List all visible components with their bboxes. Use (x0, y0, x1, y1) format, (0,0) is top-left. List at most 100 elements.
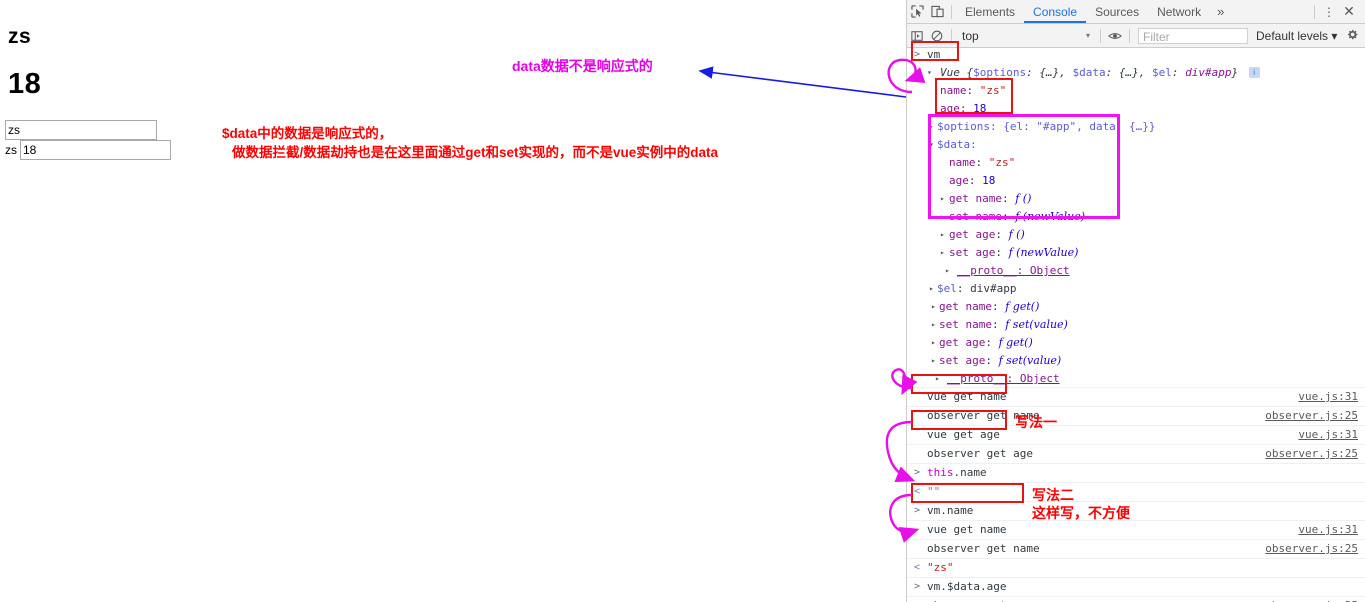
tab-elements[interactable]: Elements (956, 1, 1024, 23)
annotation-method-one: 写法一 (1015, 414, 1057, 430)
console-data-proto[interactable]: ▸ __proto__: Object (907, 262, 1365, 280)
source-link[interactable]: observer.js:25 (1265, 540, 1358, 558)
prop-options: $options (973, 66, 1027, 79)
toolbar-divider (951, 4, 952, 19)
obj-sep-2: : {…}, (1105, 66, 1152, 79)
console-toolbar-divider (951, 28, 952, 43)
console-log-area[interactable]: > vm ▾ Vue {$options: {…}, $data: {…}, $… (907, 46, 1365, 602)
expand-triangle-icon-proto2[interactable]: ▸ (945, 262, 954, 280)
log-row: vue get age vue.js:31 (907, 425, 1365, 445)
console-data-set-name[interactable]: ▸ set name: f (newValue) (907, 208, 1365, 226)
console-data-name: name: "zs" (949, 156, 1016, 169)
data-val-name: "zs" (988, 156, 1016, 169)
vue-accessor-key-get-name: get name (939, 300, 992, 313)
console-prop-options[interactable]: ▸ $options: {el: "#app", data: {…}} (907, 118, 1365, 136)
log-text: vue get age (927, 428, 1000, 441)
accessor-key-get-name: get name (949, 192, 1002, 205)
clear-console-icon[interactable] (927, 26, 947, 46)
console-input-keyword: this (927, 466, 954, 479)
log-row: vue get name vue.js:31 (907, 387, 1365, 407)
prop-el: $el (1151, 66, 1172, 79)
vue-accessor-key-get-age: get age (939, 336, 986, 349)
console-input-vm[interactable]: > vm (907, 46, 1365, 64)
console-input-vm-name[interactable]: > vm.name (907, 501, 1365, 521)
console-vue-proto[interactable]: ▸ __proto__: Object (907, 370, 1365, 388)
prop-data-line: $data: (937, 138, 977, 151)
log-text: vue get name (927, 390, 1007, 403)
prop-val-name: "zs" (979, 84, 1007, 97)
expand-triangle-icon[interactable]: ▾ (927, 64, 936, 82)
source-link[interactable]: vue.js:31 (1298, 521, 1358, 539)
console-object-header[interactable]: ▾ Vue {$options: {…}, $data: {…}, $el: d… (907, 64, 1365, 82)
prop-options-line: $options: {el: "#app", data: {…}} (937, 120, 1156, 133)
tab-console[interactable]: Console (1024, 1, 1087, 23)
console-prop-name: name: "zs" (940, 84, 1007, 97)
live-expression-icon[interactable] (1105, 26, 1125, 46)
console-input-rest: .name (953, 466, 987, 479)
el-value: div#app (1185, 66, 1232, 79)
console-vue-set-name[interactable]: ▸ set name: f set(value) (907, 316, 1365, 334)
console-prop-age: age: 18 (940, 102, 987, 115)
gear-icon[interactable] (1346, 28, 1359, 44)
execution-context-select[interactable]: top ▾ (956, 29, 1096, 43)
el-val: div#app (970, 282, 1017, 295)
source-link[interactable]: observer.js:25 (1265, 407, 1358, 425)
console-toolbar: top ▾ Filter Default levels ▾ (907, 24, 1365, 48)
console-vue-set-age[interactable]: ▸ set age: f set(value) (907, 352, 1365, 370)
expand-triangle-icon-proto1[interactable]: ▸ (935, 370, 944, 388)
console-data-get-name[interactable]: ▸ get name: f () (907, 190, 1365, 208)
annotation-reactive-line1: $data中的数据是响应式的， (222, 126, 393, 141)
expand-triangle-icon-data[interactable]: ▾ (929, 136, 938, 154)
expand-triangle-icon-setage[interactable]: ▸ (940, 244, 949, 262)
expand-triangle-icon-vgetname[interactable]: ▸ (931, 298, 940, 316)
obj-sep-1: : {…}, (1026, 66, 1073, 79)
expand-triangle-icon-getage[interactable]: ▸ (940, 226, 949, 244)
console-prop-data[interactable]: ▾ $data: (907, 136, 1365, 154)
result-chevron-icon: < (914, 562, 921, 573)
expand-triangle-icon-getname[interactable]: ▸ (940, 190, 949, 208)
more-tabs-icon[interactable]: » (1210, 4, 1231, 19)
console-sidebar-icon[interactable] (907, 26, 927, 46)
source-link[interactable]: vue.js:31 (1298, 426, 1358, 444)
accessor-val-get-name: f () (1015, 192, 1032, 205)
expand-triangle-icon-setname[interactable]: ▸ (940, 208, 949, 226)
input-chevron-icon: > (914, 581, 921, 592)
console-data-set-age[interactable]: ▸ set age: f (newValue) (907, 244, 1365, 262)
inspect-element-icon[interactable] (907, 2, 927, 22)
expand-triangle-icon-el[interactable]: ▸ (929, 280, 938, 298)
info-badge-icon[interactable]: i (1248, 67, 1260, 78)
webpage-pane: zs 18 zs data数据不是响应式的 $data中的数据是响应式的， 做数… (0, 0, 906, 602)
source-link[interactable]: observer.js:25 (1265, 445, 1358, 463)
accessor-key-get-age: get age (949, 228, 996, 241)
input-chevron-icon: > (914, 467, 921, 478)
source-link[interactable]: observer.js:25 (1265, 597, 1358, 602)
toolbar-divider-right (1314, 4, 1315, 19)
close-icon[interactable]: ✕ (1339, 2, 1359, 22)
expand-triangle-icon-vsetname[interactable]: ▸ (931, 316, 940, 334)
console-vue-get-name[interactable]: ▸ get name: f get() (907, 298, 1365, 316)
log-row: observer get name observer.js:25 (907, 539, 1365, 559)
name-input[interactable] (5, 120, 157, 140)
log-levels-select[interactable]: Default levels ▾ (1252, 29, 1341, 43)
source-link[interactable]: vue.js:31 (1298, 388, 1358, 406)
console-data-get-age[interactable]: ▸ get age: f () (907, 226, 1365, 244)
tab-network[interactable]: Network (1148, 1, 1210, 23)
console-input-vm-data-age[interactable]: > vm.$data.age (907, 577, 1365, 597)
devtools-menu-icon[interactable]: ⋮ (1319, 2, 1339, 22)
device-toolbar-icon[interactable] (927, 2, 947, 22)
execution-context-value: top (962, 28, 979, 43)
log-row: observer get name observer.js:25 (907, 406, 1365, 426)
console-prop-el[interactable]: ▸ $el: div#app (907, 280, 1365, 298)
devtools-panel: Elements Console Sources Network » ⋮ ✕ t… (906, 0, 1365, 602)
filter-input[interactable]: Filter (1138, 27, 1248, 44)
age-input[interactable] (20, 140, 171, 160)
accessor-val-set-name: f (newValue) (1015, 210, 1085, 223)
console-input-this-name[interactable]: > this.name (907, 463, 1365, 483)
expand-triangle-icon-vsetage[interactable]: ▸ (931, 352, 940, 370)
console-vue-get-age[interactable]: ▸ get age: f get() (907, 334, 1365, 352)
data-val-age: 18 (982, 174, 996, 187)
tab-sources[interactable]: Sources (1086, 1, 1148, 23)
accessor-key-set-age: set age (949, 246, 996, 259)
expand-triangle-icon-options[interactable]: ▸ (929, 118, 938, 136)
expand-triangle-icon-vgetage[interactable]: ▸ (931, 334, 940, 352)
